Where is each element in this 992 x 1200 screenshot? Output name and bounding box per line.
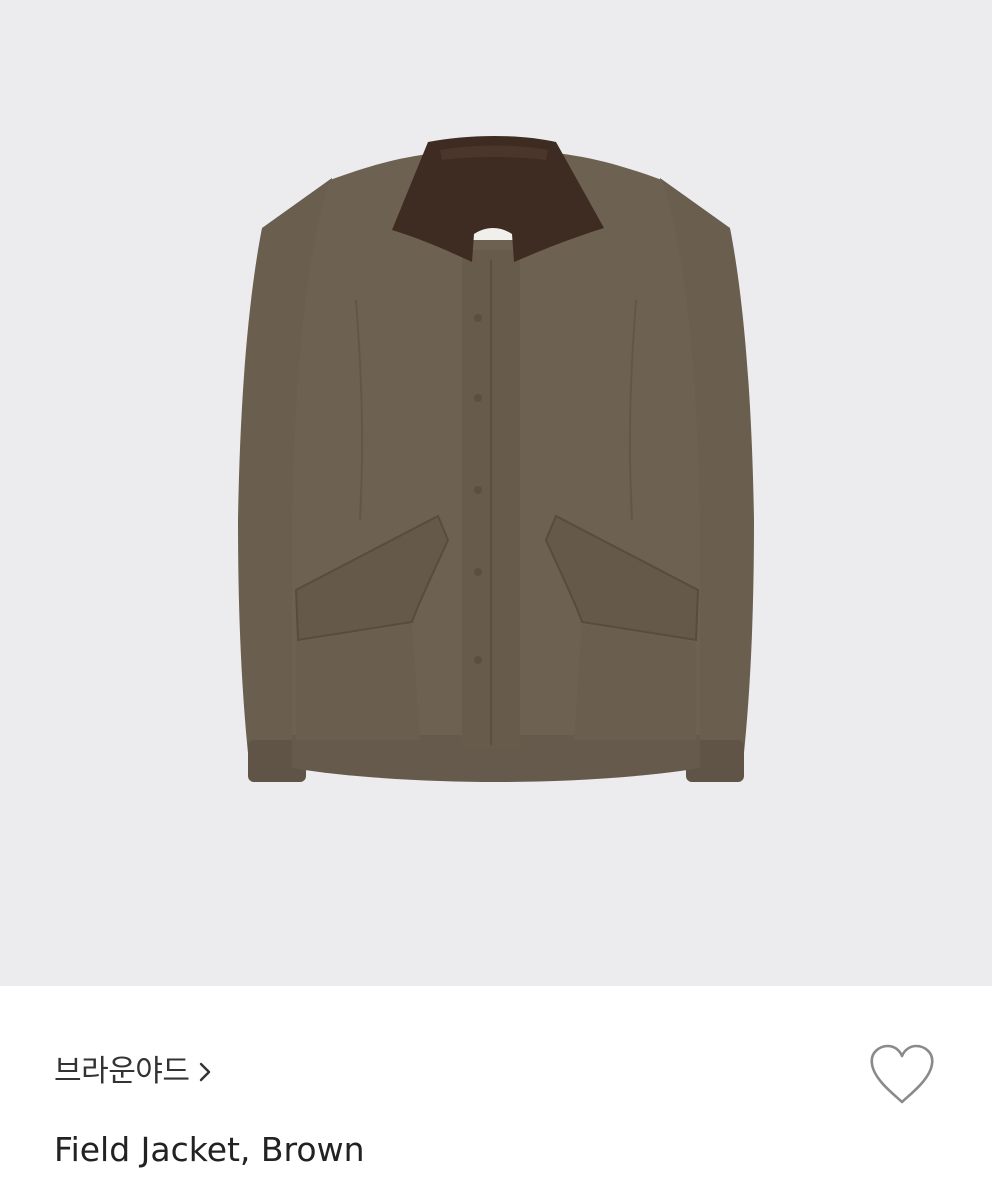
heart-outline-icon[interactable]	[866, 1042, 938, 1108]
brand-link[interactable]: 브라운야드	[54, 1050, 212, 1094]
brand-name: 브라운야드	[54, 1054, 190, 1089]
product-title: Field Jacket, Brown	[54, 1130, 365, 1169]
chevron-right-icon	[199, 1062, 210, 1082]
product-info-panel: 브라운야드 Field Jacket, Brown	[0, 986, 992, 1200]
product-detail-page: BROWNYARD 브라운야드 Field Jacket, Brown	[0, 0, 992, 1200]
jacket-illustration: BROWNYARD	[238, 136, 754, 782]
product-image[interactable]: BROWNYARD	[0, 0, 992, 986]
